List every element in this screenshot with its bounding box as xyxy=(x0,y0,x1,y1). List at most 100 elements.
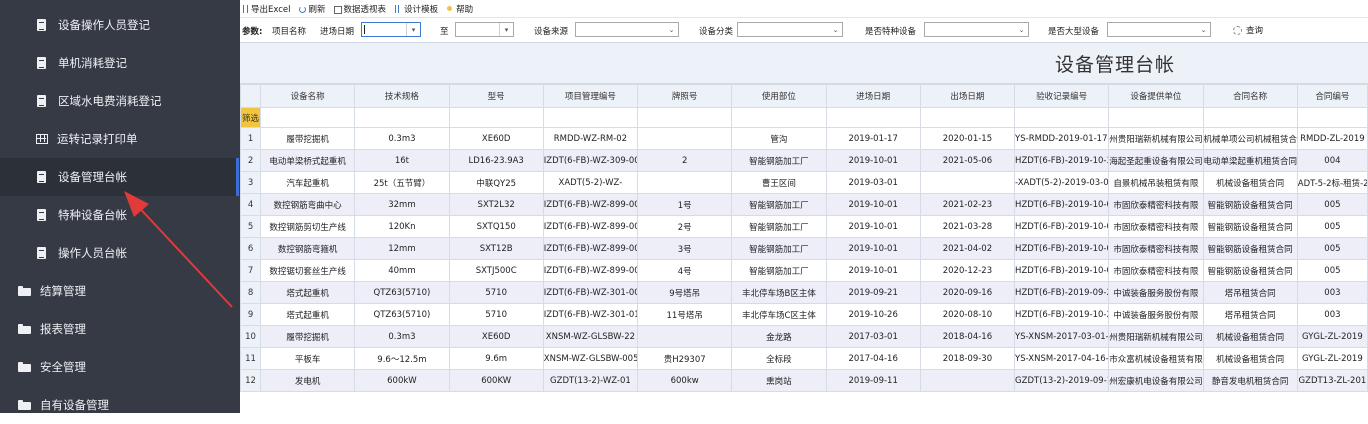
column-header[interactable]: 型号 xyxy=(448,84,544,108)
sidebar-item-single-machine-consumption[interactable]: 单机消耗登记 xyxy=(0,44,236,82)
table-row[interactable]: 4 数控钢筋弯曲中心 32mm SXT2L32 IZDT(6-FB)-WZ-899-00… xyxy=(239,193,1368,216)
table-cell: XE60D xyxy=(448,325,544,348)
help-icon xyxy=(446,5,453,13)
filter-cell[interactable] xyxy=(825,107,921,128)
sidebar-item-settlement[interactable]: 结算管理 xyxy=(0,272,236,310)
table-row[interactable]: 11 平板车 9.6～12.5m 9.6m XNSM-WZ-GLSBW-005 贵H293… xyxy=(239,347,1368,370)
filter-cell[interactable] xyxy=(1296,107,1368,128)
filter-cell[interactable] xyxy=(1108,107,1204,128)
sidebar-item-safety[interactable]: 安全管理 xyxy=(0,348,236,386)
table-cell: 005 xyxy=(1296,193,1368,216)
sidebar-item-utility-consumption[interactable]: 区域水电费消耗登记 xyxy=(0,82,236,120)
table-row[interactable]: 7 数控锯切套丝生产线 40mm SXTJ500C IZDT(6-FB)-WZ-899-… xyxy=(239,259,1368,282)
chevron-down-icon[interactable]: ⌄ xyxy=(665,23,678,36)
filter-cell[interactable] xyxy=(448,107,544,128)
table-cell: 电动单梁起重机租赁合同 xyxy=(1202,149,1298,172)
table-cell: 2020-12-23 xyxy=(919,259,1016,282)
filter-cell[interactable] xyxy=(354,107,450,128)
table-cell: HZDT(6-FB)-2019-09-2 xyxy=(1014,281,1110,304)
filter-cell[interactable] xyxy=(637,107,733,128)
filter-cell[interactable] xyxy=(731,107,827,128)
sidebar-item-operator-ledger[interactable]: 操作人员台帐 xyxy=(0,234,236,272)
entry-date-start-select[interactable]: ▾ xyxy=(361,22,421,37)
chevron-down-icon[interactable]: ⌄ xyxy=(1015,23,1028,36)
device-category-select[interactable]: ⌄ xyxy=(737,22,843,37)
column-header[interactable]: 合同编号 xyxy=(1296,84,1368,108)
folder-icon xyxy=(18,400,31,410)
sidebar-item-special-device-ledger[interactable]: 特种设备台帐 xyxy=(0,196,236,234)
pivot-table-button[interactable]: 数据透视表 xyxy=(333,3,386,15)
chevron-down-icon[interactable]: ▾ xyxy=(406,23,420,36)
filter-row: 筛选 xyxy=(239,107,1368,128)
help-button[interactable]: 帮助 xyxy=(446,3,473,15)
table-cell: IZDT(6-FB)-WZ-301-01 xyxy=(542,303,639,326)
document-icon xyxy=(36,18,49,32)
column-header[interactable]: 出场日期 xyxy=(919,84,1016,108)
table-row[interactable]: 10 履带挖掘机 0.3m3 XE60D XNSM-WZ-GLSBW-22 金龙路 2017… xyxy=(239,325,1368,348)
table-cell: LD16-23.9A3 xyxy=(448,149,544,172)
chevron-down-icon[interactable]: ▾ xyxy=(499,23,513,36)
column-header[interactable]: 使用部位 xyxy=(731,84,827,108)
sidebar-item-operation-record-print[interactable]: 运转记录打印单 xyxy=(0,120,236,158)
table-cell: XE60D xyxy=(448,127,544,150)
column-header[interactable]: 进场日期 xyxy=(825,84,921,108)
sidebar-item-owned-devices[interactable]: 自有设备管理 xyxy=(0,386,236,424)
column-header[interactable]: 合同名称 xyxy=(1202,84,1298,108)
table-cell: 市固欣泰精密科技有限 xyxy=(1108,259,1204,282)
table-row[interactable]: 3 汽车起重机 25t（五节臂） 中联QY25 XADT(5-2)-WZ- 曹王区间 201… xyxy=(239,171,1368,194)
filter-cell[interactable] xyxy=(260,107,356,128)
table-cell: 2019-09-11 xyxy=(825,369,921,392)
query-button[interactable]: 查询 xyxy=(1233,24,1263,36)
table-row[interactable]: 6 数控钢筋弯箍机 12mm SXT12B IZDT(6-FB)-WZ-899-00 3号… xyxy=(239,237,1368,260)
filter-cell[interactable] xyxy=(1014,107,1110,128)
is-large-device-select[interactable]: ⌄ xyxy=(1107,22,1211,37)
column-header[interactable]: 验收记录编号 xyxy=(1014,84,1110,108)
project-name-label: 项目名称 xyxy=(272,27,307,37)
table-cell: 机械设备租赁合同 xyxy=(1202,347,1298,370)
column-header[interactable]: 设备名称 xyxy=(260,84,356,108)
sidebar-item-label: 区域水电费消耗登记 xyxy=(58,94,162,108)
device-source-select[interactable]: ⌄ xyxy=(575,22,679,37)
table-cell: 履带挖掘机 xyxy=(260,127,356,150)
filter-cell[interactable] xyxy=(919,107,1016,128)
table-cell: 600kw xyxy=(637,369,733,392)
table-row[interactable]: 12 发电机 600kW 600KW GZDT(13-2)-WZ-01 600kw 熏岗站 2… xyxy=(239,369,1368,392)
table-cell: 2021-03-28 xyxy=(919,215,1016,238)
table-cell: 智能钢筋加工厂 xyxy=(731,259,827,282)
table-cell: 智能钢筋设备租赁合同 xyxy=(1202,215,1298,238)
report-title-bar: 设备管理台帐 xyxy=(240,43,1368,84)
table-cell: 州宏康机电设备有限公司 xyxy=(1108,369,1204,392)
search-icon xyxy=(1233,25,1242,35)
excel-icon xyxy=(243,4,248,13)
design-template-button[interactable]: 设计模板 xyxy=(394,3,438,15)
table-cell: SXT2L32 xyxy=(448,193,544,216)
table-row[interactable]: 9 塔式起重机 QTZ63(5710) 5710 IZDT(6-FB)-WZ-301-0… xyxy=(239,303,1368,326)
table-row[interactable]: 5 数控钢筋剪切生产线 120Kn SXTQ150 IZDT(6-FB)-WZ-899-… xyxy=(239,215,1368,238)
sidebar-item-label: 报表管理 xyxy=(40,322,86,336)
export-excel-button[interactable]: 导出Excel xyxy=(243,3,291,15)
filter-cell[interactable] xyxy=(1202,107,1298,128)
sidebar-item-device-ledger[interactable]: 设备管理台帐 xyxy=(0,158,239,196)
refresh-button[interactable]: 刷新 xyxy=(298,3,326,15)
table-row[interactable]: 1 履带挖掘机 0.3m3 XE60D RMDD-WZ-RM-02 管沟 2019-01-1… xyxy=(239,127,1368,150)
column-header[interactable]: 牌照号 xyxy=(637,84,733,108)
filter-label[interactable]: 筛选 xyxy=(239,107,262,128)
table-cell: 2019-10-26 xyxy=(825,303,921,326)
filter-cell[interactable] xyxy=(542,107,639,128)
table-cell: 25t（五节臂） xyxy=(354,171,450,194)
column-header[interactable]: 设备提供单位 xyxy=(1108,84,1204,108)
table-row[interactable]: 8 塔式起重机 QTZ63(5710) 5710 IZDT(6-FB)-WZ-301-0… xyxy=(239,281,1368,304)
table-cell: HZDT(6-FB)-2019-10-3 xyxy=(1014,149,1110,172)
column-header[interactable]: 技术规格 xyxy=(354,84,450,108)
entry-date-end-select[interactable]: ▾ xyxy=(455,22,514,37)
column-header[interactable]: 项目管理编号 xyxy=(542,84,639,108)
table-row[interactable]: 2 电动单梁桥式起重机 16t LD16-23.9A3 IZDT(6-FB)-WZ-30… xyxy=(239,149,1368,172)
sidebar-item-device-operator-register[interactable]: 设备操作人员登记 xyxy=(0,6,236,44)
chevron-down-icon[interactable]: ⌄ xyxy=(829,23,842,36)
table-cell: 004 xyxy=(1296,149,1368,172)
table-cell: IZDT(6-FB)-WZ-309-00 xyxy=(542,149,639,172)
chevron-down-icon[interactable]: ⌄ xyxy=(1197,23,1210,36)
sidebar-item-reports[interactable]: 报表管理 xyxy=(0,310,236,348)
is-special-device-select[interactable]: ⌄ xyxy=(924,22,1029,37)
table-cell: 数控钢筋弯曲中心 xyxy=(260,193,356,216)
